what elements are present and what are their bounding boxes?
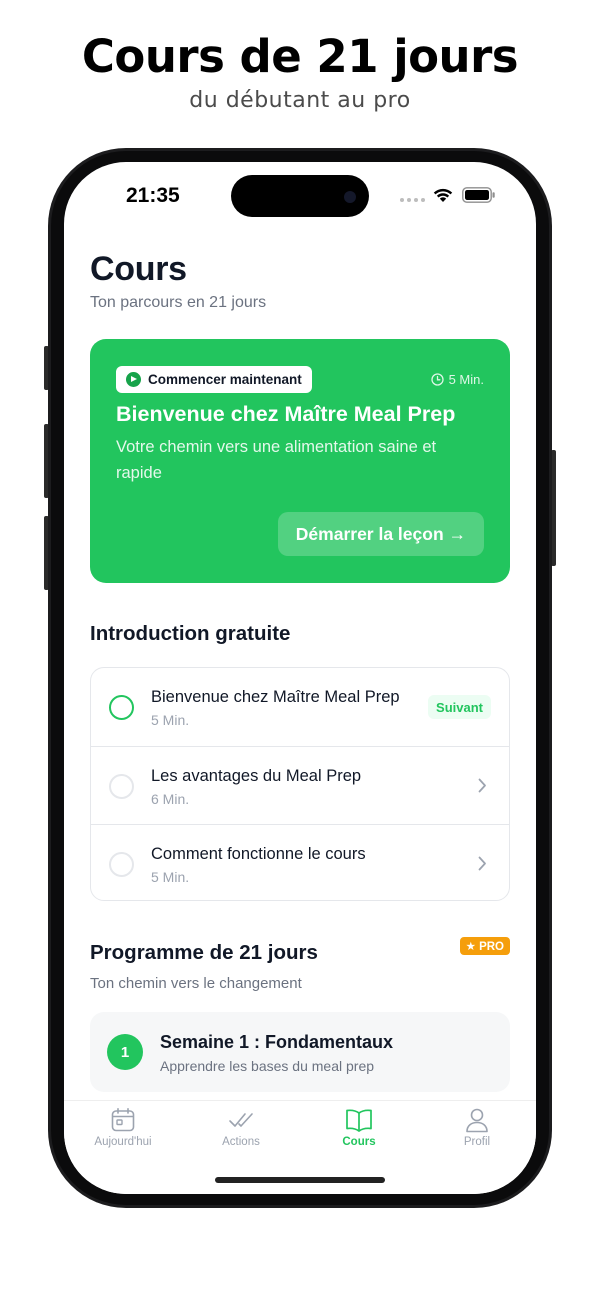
home-indicator[interactable]	[215, 1177, 385, 1183]
next-badge: Suivant	[428, 695, 491, 719]
tab-courses[interactable]: Cours	[300, 1107, 418, 1157]
wifi-icon	[433, 188, 453, 202]
start-now-label: Commencer maintenant	[148, 372, 302, 387]
tab-label: Actions	[222, 1136, 260, 1148]
clock-icon	[430, 373, 444, 386]
hero-title: Bienvenue chez Maître Meal Prep	[116, 402, 456, 426]
hero-description: Votre chemin vers une alimentation saine…	[116, 438, 437, 482]
tab-today[interactable]: Aujourd'hui	[64, 1107, 182, 1157]
person-icon	[466, 1108, 488, 1133]
promo-subtitle: du débutant au pro	[189, 88, 411, 113]
lesson-duration: 5 Min.	[151, 712, 190, 728]
play-icon	[126, 372, 141, 387]
hero-duration: 5 Min.	[430, 372, 484, 387]
tab-label: Cours	[342, 1136, 376, 1148]
week-subtitle: Apprendre les bases du meal prep	[160, 1058, 375, 1074]
lesson-title: Comment fonctionne le cours	[151, 845, 366, 863]
tab-actions[interactable]: Actions	[182, 1107, 300, 1157]
lesson-item[interactable]: Comment fonctionne le cours 5 Min.	[91, 824, 509, 900]
camera-icon	[344, 191, 356, 203]
lesson-title: Les avantages du Meal Prep	[151, 767, 362, 785]
status-time: 21:35	[126, 184, 180, 207]
checkmarks-icon	[229, 1113, 253, 1127]
battery-icon	[462, 187, 495, 203]
lesson-status-icon	[109, 852, 134, 877]
program-section-title: Programme de 21 jours	[90, 941, 318, 964]
tab-label: Aujourd'hui	[94, 1136, 152, 1148]
lesson-item[interactable]: Les avantages du Meal Prep 6 Min.	[91, 746, 509, 824]
promo-title: Cours de 21 jours	[81, 30, 519, 83]
intro-section-title: Introduction gratuite	[90, 622, 291, 645]
chevron-right-icon	[478, 778, 486, 793]
pro-badge: ★ PRO	[459, 937, 510, 955]
tab-label: Profil	[463, 1136, 491, 1148]
signal-icon	[400, 198, 425, 202]
lesson-duration: 6 Min.	[151, 791, 190, 807]
lesson-item[interactable]: Bienvenue chez Maître Meal Prep 5 Min. S…	[91, 668, 509, 746]
lesson-title: Bienvenue chez Maître Meal Prep	[151, 688, 400, 706]
phone-screen: 21:35 Cours Ton parcours en 21 jours Com…	[64, 162, 536, 1194]
hero-card[interactable]: Commencer maintenant 5 Min. Bienvenue ch…	[90, 339, 510, 583]
start-now-pill[interactable]: Commencer maintenant	[116, 366, 312, 393]
lesson-list: Bienvenue chez Maître Meal Prep 5 Min. S…	[90, 667, 510, 901]
week-number: 1	[107, 1034, 143, 1070]
tab-profile[interactable]: Profil	[418, 1107, 536, 1157]
book-icon	[346, 1109, 372, 1132]
hero-duration-text: 5 Min.	[448, 372, 484, 387]
week-card[interactable]: 1 Semaine 1 : Fondamentaux Apprendre les…	[90, 1012, 510, 1092]
lesson-duration: 5 Min.	[151, 869, 190, 885]
week-title: Semaine 1 : Fondamentaux	[160, 1032, 394, 1052]
lesson-status-icon	[109, 774, 134, 799]
program-section-subtitle: Ton chemin vers le changement	[90, 975, 302, 992]
page-subtitle: Ton parcours en 21 jours	[90, 294, 267, 311]
calendar-icon	[111, 1107, 135, 1132]
chevron-right-icon	[478, 856, 486, 871]
lesson-status-icon	[109, 695, 134, 720]
page-title: Cours	[90, 250, 187, 288]
start-lesson-label: Démarrer la leçon →	[295, 523, 466, 544]
start-lesson-button[interactable]: Démarrer la leçon →	[277, 512, 484, 556]
